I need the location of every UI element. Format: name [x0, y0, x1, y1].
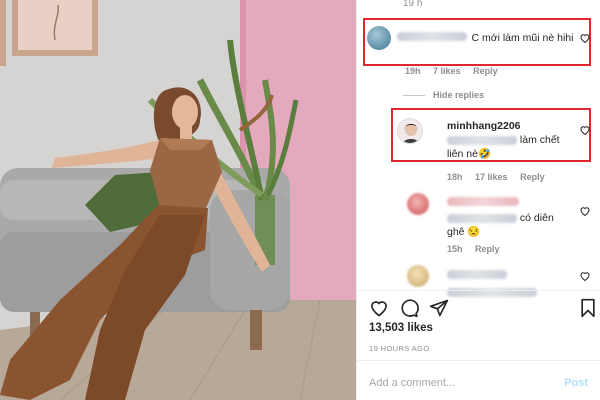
reply-username[interactable]: minhhang2206	[447, 119, 577, 133]
comment-username-blurred[interactable]	[397, 32, 467, 42]
reply-likes[interactable]: 17 likes	[475, 172, 508, 182]
bookmark-icon[interactable]	[579, 298, 597, 318]
comment-time: 19h	[405, 66, 421, 76]
reply-text-line2: liên nè🤣	[447, 148, 492, 160]
mention-blurred[interactable]	[447, 213, 517, 223]
comment-likes[interactable]: 7 likes	[433, 66, 461, 76]
post-photo	[0, 0, 356, 400]
divider	[357, 290, 600, 291]
hide-replies-label: Hide replies	[433, 90, 485, 100]
reply-button[interactable]: Reply	[475, 244, 500, 254]
reply-text-line1: làm chết	[447, 133, 577, 147]
reply-text: làm chết	[519, 134, 560, 146]
avatar[interactable]	[407, 193, 429, 215]
previous-comment-meta: 19 h	[403, 0, 423, 9]
reply-meta: 18h 17 likes Reply	[447, 172, 555, 182]
avatar[interactable]	[367, 26, 391, 50]
reply-username-blurred[interactable]	[447, 270, 507, 280]
comment-icon[interactable]	[399, 298, 419, 318]
reply-time: 15h	[447, 244, 463, 254]
like-comment-heart-icon[interactable]	[579, 270, 591, 282]
like-comment-heart-icon[interactable]	[579, 32, 591, 44]
divider-line	[403, 95, 425, 97]
photo-illustration	[0, 0, 356, 400]
avatar[interactable]	[397, 118, 423, 144]
reply-text: có diên	[519, 212, 554, 224]
heart-icon[interactable]	[369, 298, 389, 318]
like-comment-heart-icon[interactable]	[579, 124, 591, 136]
reply-text-line1: có diên	[447, 211, 577, 225]
like-comment-heart-icon[interactable]	[579, 205, 591, 217]
divider	[357, 360, 600, 361]
reply-body: có diên ghê 😒	[447, 193, 577, 239]
comments-panel: 19 h C mới làm mũi nè hihi 19h 7 likes R…	[356, 0, 600, 400]
reply-button[interactable]: Reply	[520, 172, 545, 182]
reply-body: minhhang2206 làm chết liên nè🤣	[447, 119, 577, 161]
avatar[interactable]	[407, 265, 429, 287]
reply-meta: 15h Reply	[447, 244, 510, 254]
comment-meta: 19h 7 likes Reply	[405, 66, 508, 76]
post-button[interactable]: Post	[564, 377, 588, 389]
mention-blurred[interactable]	[447, 135, 517, 145]
reply-button[interactable]: Reply	[473, 66, 498, 76]
reply-time: 18h	[447, 172, 463, 182]
comment-input[interactable]: Add a comment...	[369, 377, 455, 389]
reply-username-blurred[interactable]	[447, 197, 519, 207]
hide-replies-toggle[interactable]: Hide replies	[403, 90, 484, 100]
comment-text: C mới làm mũi nè hihi	[471, 32, 574, 44]
reply-body-partial	[447, 266, 577, 302]
comment-body: C mới làm mũi nè hihi	[397, 28, 577, 46]
likes-count[interactable]: 13,503 likes	[369, 322, 433, 334]
share-icon[interactable]	[429, 298, 449, 318]
post-timestamp: 19 HOURS AGO	[369, 344, 430, 353]
reply-text-line2: ghê 😒	[447, 226, 481, 238]
